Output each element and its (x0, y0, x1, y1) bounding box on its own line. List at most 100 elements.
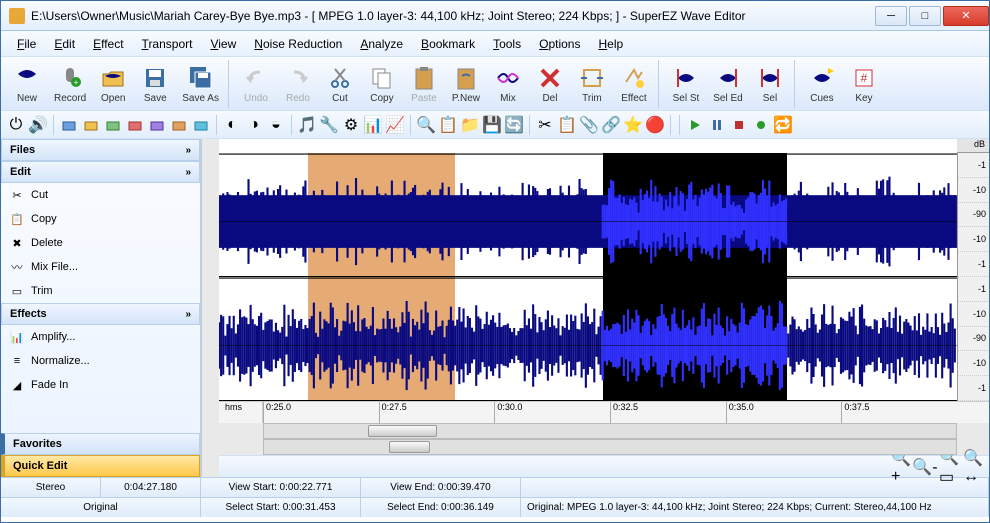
minimize-button[interactable]: ─ (875, 6, 907, 26)
menu-analyze[interactable]: Analyze (352, 34, 411, 54)
tool-icon[interactable]: 📁 (461, 116, 479, 134)
del-button[interactable]: Del (530, 61, 570, 107)
maximize-button[interactable]: □ (909, 6, 941, 26)
tool-icon[interactable] (170, 116, 188, 134)
tool-icon[interactable]: 🔄 (505, 116, 523, 134)
toolbar-label: New (17, 93, 37, 104)
tool-icon[interactable]: 📈 (386, 116, 404, 134)
mix-button[interactable]: Mix (488, 61, 528, 107)
undo-button[interactable]: Undo (236, 61, 276, 107)
effect-button[interactable]: Effect (614, 61, 654, 107)
saveas-button[interactable]: Save As (177, 61, 224, 107)
zoom-thumb[interactable] (389, 441, 431, 453)
stop-icon[interactable] (730, 116, 748, 134)
tool-icon[interactable]: ⚙ (342, 116, 360, 134)
menu-bookmark[interactable]: Bookmark (413, 34, 483, 54)
menu-help[interactable]: Help (590, 34, 631, 54)
tool-icon[interactable] (126, 116, 144, 134)
sidebar-favorites-header[interactable]: Favorites (1, 433, 200, 455)
sidebar-item-amplify[interactable]: 📊Amplify... (1, 325, 200, 349)
zoom-scrollbar[interactable] (219, 439, 989, 455)
pause-icon[interactable] (708, 116, 726, 134)
zoom-sel-icon[interactable]: 🔍▭ (939, 458, 959, 476)
scroll-thumb[interactable] (368, 425, 437, 437)
key-button[interactable]: #Key (844, 61, 884, 107)
sidebar-item-delete[interactable]: ✖Delete (1, 231, 200, 255)
trim-icon: ▭ (9, 283, 25, 299)
menu-transport[interactable]: Transport (134, 34, 201, 54)
tool-icon[interactable]: 📊 (364, 116, 382, 134)
pnew-button[interactable]: P.New (446, 61, 486, 107)
sidebar-quickedit-header[interactable]: Quick Edit (1, 455, 200, 477)
cues-button[interactable]: Cues (802, 61, 842, 107)
menu-edit[interactable]: Edit (46, 34, 83, 54)
tool-icon[interactable]: 🔧 (320, 116, 338, 134)
sidebar-item-fadein[interactable]: ◢Fade In (1, 373, 200, 397)
tool-icon[interactable]: 💾 (483, 116, 501, 134)
tool-icon[interactable]: 📋 (558, 116, 576, 134)
zoom-in-icon[interactable]: 🔍+ (891, 458, 911, 476)
sidebar-files-header[interactable]: Files» (1, 139, 200, 161)
copy-button[interactable]: Copy (362, 61, 402, 107)
tool-icon[interactable] (104, 116, 122, 134)
menu-options[interactable]: Options (531, 34, 588, 54)
sel-button[interactable]: Sel (750, 61, 790, 107)
seled-button[interactable]: Sel Ed (708, 61, 748, 107)
close-button[interactable]: ✕ (943, 6, 989, 26)
tool-icon[interactable]: 📋 (439, 116, 457, 134)
sidebar-item-mix[interactable]: 〰Mix File... (1, 255, 200, 279)
menu-file[interactable]: File (9, 34, 44, 54)
volume-icon[interactable]: 🔊 (29, 116, 47, 134)
sidebar-item-cut[interactable]: ✂Cut (1, 183, 200, 207)
vertical-scrollbar[interactable] (201, 139, 219, 477)
zoom-out-icon[interactable]: 🔍- (915, 458, 935, 476)
power-icon[interactable]: ⏻ (7, 116, 25, 134)
tool-icon[interactable]: 🎵 (298, 116, 316, 134)
tool-icon[interactable]: ◒ (267, 116, 285, 134)
sidebar-item-copy[interactable]: 📋Copy (1, 207, 200, 231)
record-button[interactable]: +Record (49, 61, 91, 107)
play-icon[interactable] (686, 116, 704, 134)
undo-icon (242, 64, 270, 92)
record-icon[interactable] (752, 116, 770, 134)
tool-icon[interactable] (192, 116, 210, 134)
pnew-icon (452, 64, 480, 92)
sidebar-effects-header[interactable]: Effects» (1, 303, 200, 325)
trim-button[interactable]: Trim (572, 61, 612, 107)
left-channel-waveform[interactable] (219, 153, 957, 277)
tool-icon[interactable]: ◑ (245, 116, 263, 134)
tool-icon[interactable]: 🔴 (646, 116, 664, 134)
paste-button[interactable]: Paste (404, 61, 444, 107)
sidebar-item-normalize[interactable]: ≡Normalize... (1, 349, 200, 373)
db-label: -10 (958, 302, 989, 327)
tool-icon[interactable]: 🔍 (417, 116, 435, 134)
new-button[interactable]: New (7, 61, 47, 107)
save-button[interactable]: Save (135, 61, 175, 107)
cut-button[interactable]: Cut (320, 61, 360, 107)
menu-effect[interactable]: Effect (85, 34, 131, 54)
status-bar-2: Original Select Start: 0:00:31.453 Selec… (1, 497, 989, 517)
tool-icon[interactable]: ◐ (223, 116, 241, 134)
tool-icon[interactable] (82, 116, 100, 134)
tool-icon[interactable]: ⭐ (624, 116, 642, 134)
waveform-area[interactable]: dB -1-10-90-10-1 (219, 139, 989, 477)
tool-icon[interactable]: ✂ (536, 116, 554, 134)
horizontal-scrollbar[interactable] (219, 423, 989, 439)
menu-view[interactable]: View (202, 34, 244, 54)
toolbar-label: Undo (244, 93, 268, 104)
zoom-all-icon[interactable]: 🔍↔ (963, 458, 983, 476)
redo-button[interactable]: Redo (278, 61, 318, 107)
loop-icon[interactable]: 🔁 (774, 116, 792, 134)
open-button[interactable]: Open (93, 61, 133, 107)
sidebar-item-trim[interactable]: ▭Trim (1, 279, 200, 303)
right-channel-waveform[interactable] (219, 277, 957, 401)
menu-noise-reduction[interactable]: Noise Reduction (246, 34, 350, 54)
redo-icon (284, 64, 312, 92)
tool-icon[interactable] (60, 116, 78, 134)
tool-icon[interactable] (148, 116, 166, 134)
selst-button[interactable]: Sel St (666, 61, 706, 107)
sidebar-edit-header[interactable]: Edit» (1, 161, 200, 183)
tool-icon[interactable]: 🔗 (602, 116, 620, 134)
menu-tools[interactable]: Tools (485, 34, 529, 54)
tool-icon[interactable]: 📎 (580, 116, 598, 134)
